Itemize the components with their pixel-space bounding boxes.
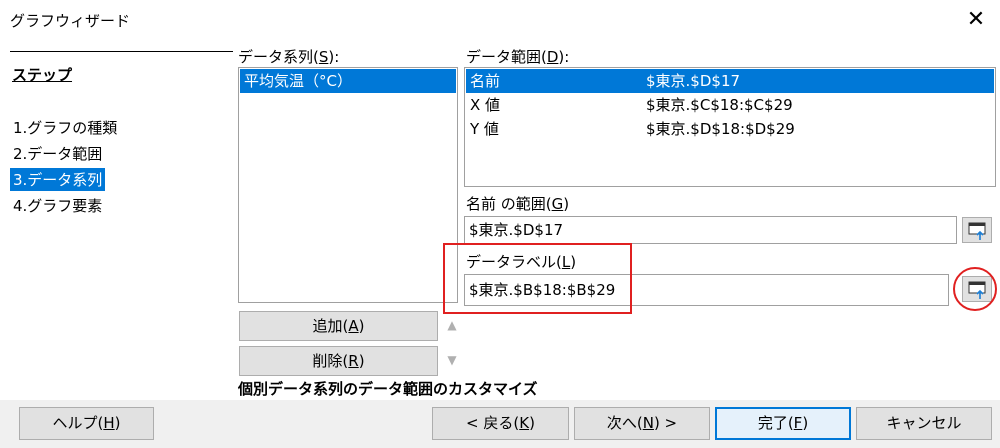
range-row-label: Y 値: [470, 120, 499, 138]
name-range-input[interactable]: $東京.$D$17: [464, 216, 957, 244]
hint-text: 個別データ系列のデータ範囲のカスタマイズ: [238, 380, 538, 398]
range-row-label: 名前: [470, 72, 501, 90]
close-icon[interactable]: ✕: [962, 6, 990, 34]
range-row-y[interactable]: Y 値 $東京.$D$18:$D$29: [466, 117, 994, 141]
range-row-value: $東京.$D$18:$D$29: [646, 120, 795, 138]
move-down-button[interactable]: ▼: [443, 347, 461, 373]
annotation-box: [443, 243, 632, 314]
range-row-x[interactable]: X 値 $東京.$C$18:$C$29: [466, 93, 994, 117]
range-row-value: $東京.$C$18:$C$29: [646, 96, 793, 114]
back-button[interactable]: < 戻る(K): [432, 407, 569, 440]
name-range-label: 名前 の範囲(G): [466, 195, 570, 213]
finish-button[interactable]: 完了(F): [715, 407, 851, 440]
steps-divider: [10, 51, 233, 52]
step-chart-elements[interactable]: 4.グラフ要素: [10, 194, 105, 217]
shrink-name-range-button[interactable]: [962, 217, 992, 243]
add-button[interactable]: 追加(A): [239, 311, 438, 341]
series-listbox[interactable]: 平均気温（°C）: [238, 67, 458, 303]
next-button[interactable]: 次へ(N) >: [574, 407, 710, 440]
series-item[interactable]: 平均気温（°C）: [240, 69, 456, 93]
series-label: データ系列(S):: [238, 48, 340, 66]
title-bar: [0, 0, 1000, 40]
ranges-label: データ範囲(D):: [466, 48, 570, 66]
range-row-label: X 値: [470, 96, 501, 114]
range-row-value: $東京.$D$17: [646, 72, 741, 90]
step-data-series[interactable]: 3.データ系列: [10, 168, 106, 191]
window-title: グラフウィザード: [10, 12, 131, 30]
delete-button[interactable]: 削除(R): [239, 346, 438, 376]
ranges-listbox[interactable]: 名前 $東京.$D$17 X 値 $東京.$C$18:$C$29 Y 値 $東京…: [464, 67, 996, 187]
move-up-button[interactable]: ▲: [443, 312, 461, 338]
help-button[interactable]: ヘルプ(H): [19, 407, 154, 440]
step-chart-type[interactable]: 1.グラフの種類: [10, 116, 120, 139]
footer: ヘルプ(H) < 戻る(K) 次へ(N) > 完了(F) キャンセル: [0, 400, 1000, 448]
cancel-button[interactable]: キャンセル: [856, 407, 992, 440]
steps-heading: ステップ: [12, 66, 73, 84]
shrink-icon: [968, 222, 986, 240]
step-data-range[interactable]: 2.データ範囲: [10, 142, 105, 165]
range-row-name[interactable]: 名前 $東京.$D$17: [466, 69, 994, 93]
annotation-circle: [953, 267, 997, 311]
